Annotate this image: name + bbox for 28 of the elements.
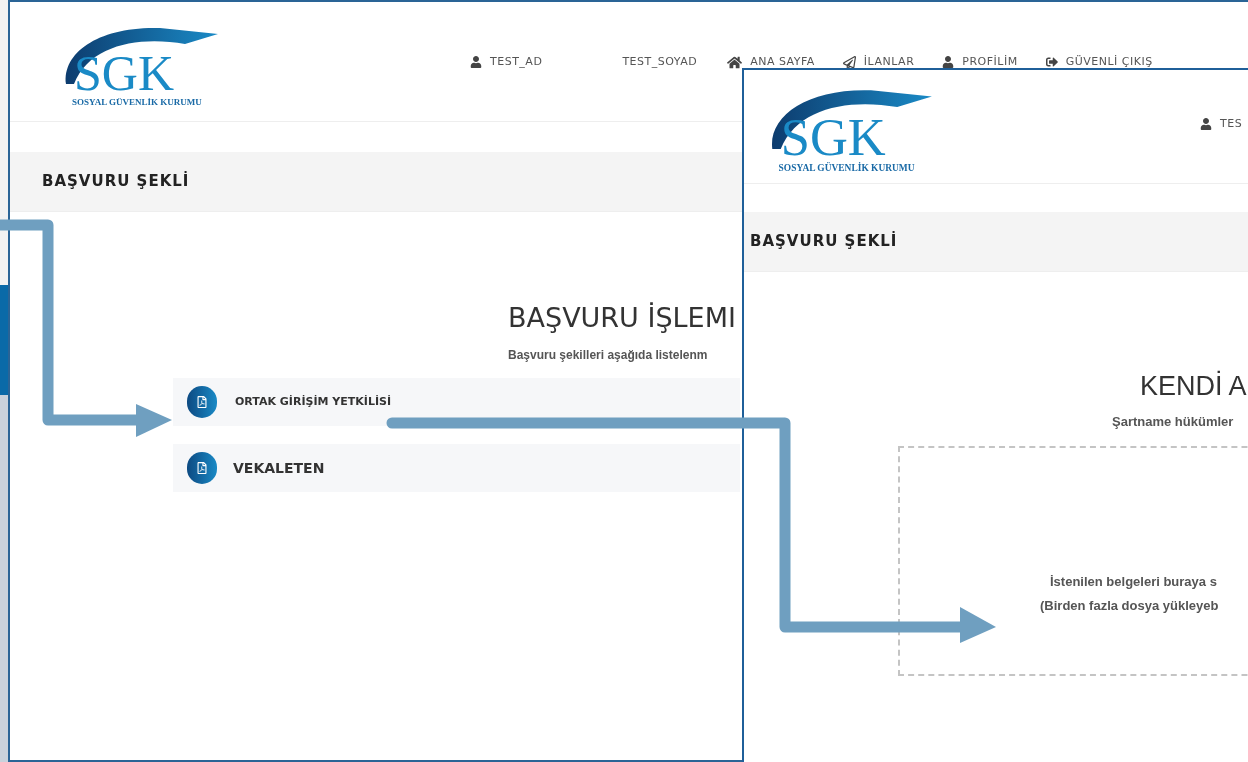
- pdf-icon: [187, 386, 217, 418]
- home-icon: [727, 54, 743, 70]
- sign-out-icon: [1045, 56, 1058, 69]
- nav-link[interactable]: PROFİLİM: [942, 54, 1018, 71]
- application-option[interactable]: ORTAK GİRİŞİM YETKİLİSİ: [173, 378, 740, 426]
- page-subheading: Başvuru şekilleri aşağıda listelenm: [508, 347, 709, 364]
- drop-zone-hint: (Birden fazla dosya yükleyeb: [1040, 596, 1219, 615]
- nav-link[interactable]: TEST_SOYAD: [622, 54, 698, 71]
- section-title: BAŞVURU ŞEKLİ: [42, 170, 190, 193]
- drop-zone-text: İstenilen belgeleri buraya s: [1050, 572, 1217, 591]
- section-title: BAŞVURU ŞEKLİ: [750, 230, 898, 253]
- application-option[interactable]: VEKALETEN: [173, 444, 740, 492]
- page-heading: BAŞVURU İŞLEMI: [508, 301, 737, 335]
- user-icon: [1200, 118, 1212, 131]
- nav-link[interactable]: ANA SAYFA: [727, 54, 815, 71]
- page-subheading: Şartname hükümler: [1112, 413, 1234, 431]
- logo-mark: SGK: [74, 48, 175, 98]
- nav-link[interactable]: TES: [1200, 116, 1243, 133]
- pdf-icon: [187, 452, 217, 484]
- user-icon: [942, 56, 955, 69]
- logo-caption: SOSYAL GÜVENLİK KURUMU: [72, 98, 202, 107]
- nav-link[interactable]: GÜVENLİ ÇIKIŞ: [1045, 54, 1153, 71]
- page-heading: KENDİ A: [1140, 369, 1248, 403]
- paper-plane-icon: [842, 55, 856, 69]
- nav-link[interactable]: TEST_AD: [470, 54, 543, 71]
- nav-link[interactable]: İLANLAR: [842, 54, 915, 71]
- logo-caption: SOSYAL GÜVENLİK KURUMU: [778, 163, 915, 174]
- user-icon: [470, 56, 482, 69]
